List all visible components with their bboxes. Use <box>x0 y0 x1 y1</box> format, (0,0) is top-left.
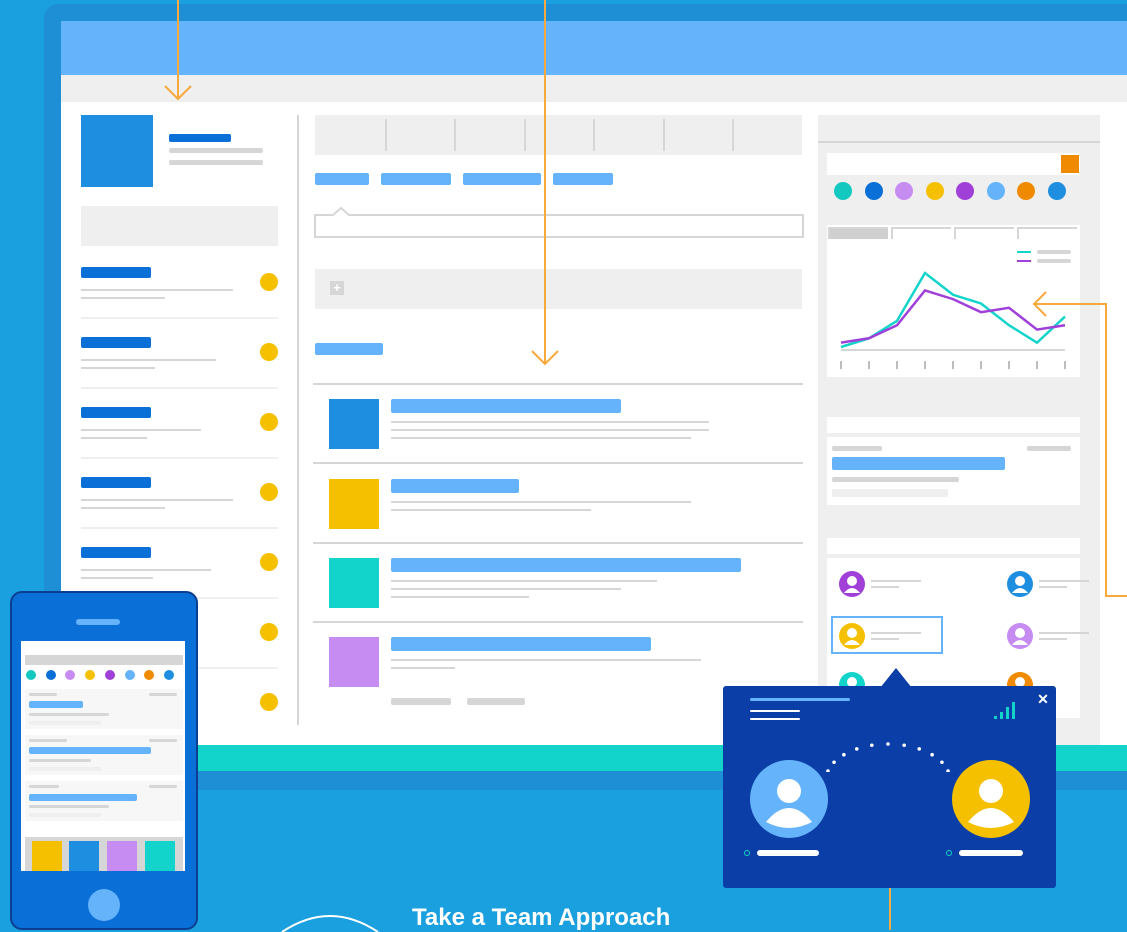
connection-dot <box>842 752 846 757</box>
phone-screen <box>21 641 185 871</box>
close-icon[interactable]: ✕ <box>1035 691 1051 707</box>
caller-name-line <box>959 850 1023 856</box>
phone-card-line <box>29 693 57 696</box>
phone-color-dot <box>65 670 76 680</box>
app-tile[interactable] <box>69 841 99 871</box>
phone-card-line <box>29 739 67 742</box>
popup-line <box>750 718 800 720</box>
cta-circle-icon <box>281 915 379 932</box>
phone-card-line <box>29 767 101 771</box>
connection-dot <box>832 760 836 765</box>
connection-dots <box>826 742 950 772</box>
phone-card-line <box>29 759 91 762</box>
phone-card-line <box>149 739 177 742</box>
phone-card-line <box>29 805 109 808</box>
phone-speaker <box>76 619 120 625</box>
phone-color-dot <box>26 670 36 680</box>
connection-dot <box>930 752 934 757</box>
phone-card-title <box>29 701 83 708</box>
status-dot <box>946 850 952 856</box>
status-dot <box>744 850 750 856</box>
app-tile[interactable] <box>32 841 62 871</box>
phone-color-dot <box>163 670 174 680</box>
phone-card-title <box>29 794 137 801</box>
connection-dot <box>902 743 906 748</box>
connection-dot <box>917 747 922 751</box>
connection-dot <box>854 747 859 751</box>
home-button[interactable] <box>88 889 120 921</box>
app-tile[interactable] <box>107 841 137 871</box>
connection-dot <box>886 742 890 746</box>
cta-heading: Take a Team Approach <box>412 904 671 931</box>
caller-name-line <box>757 850 819 856</box>
mobile-device <box>10 591 198 930</box>
connection-dot <box>940 760 944 765</box>
connection-dot <box>946 769 950 772</box>
phone-color-dot <box>45 670 56 680</box>
signal-icon <box>994 702 1015 719</box>
phone-color-dot <box>85 670 96 680</box>
phone-card-line <box>29 713 109 716</box>
popup-line <box>750 710 800 712</box>
phone-color-dot <box>104 670 115 680</box>
phone-card-line <box>149 693 177 696</box>
phone-card-line <box>149 785 177 788</box>
app-tile[interactable] <box>145 841 175 871</box>
popup-title-line <box>750 698 850 701</box>
phone-card-line <box>29 813 101 817</box>
phone-card-line <box>29 721 101 725</box>
phone-card-title <box>29 747 151 754</box>
call-popup: ✕ <box>723 668 1056 888</box>
phone-color-dot <box>144 670 155 680</box>
caller-right-avatar <box>952 760 1030 838</box>
phone-color-dot <box>124 670 135 680</box>
phone-card-line <box>29 785 59 788</box>
connection-dot <box>870 743 874 748</box>
caller-left-avatar <box>750 760 828 838</box>
phone-header <box>25 655 183 665</box>
popup-pointer <box>880 668 912 688</box>
